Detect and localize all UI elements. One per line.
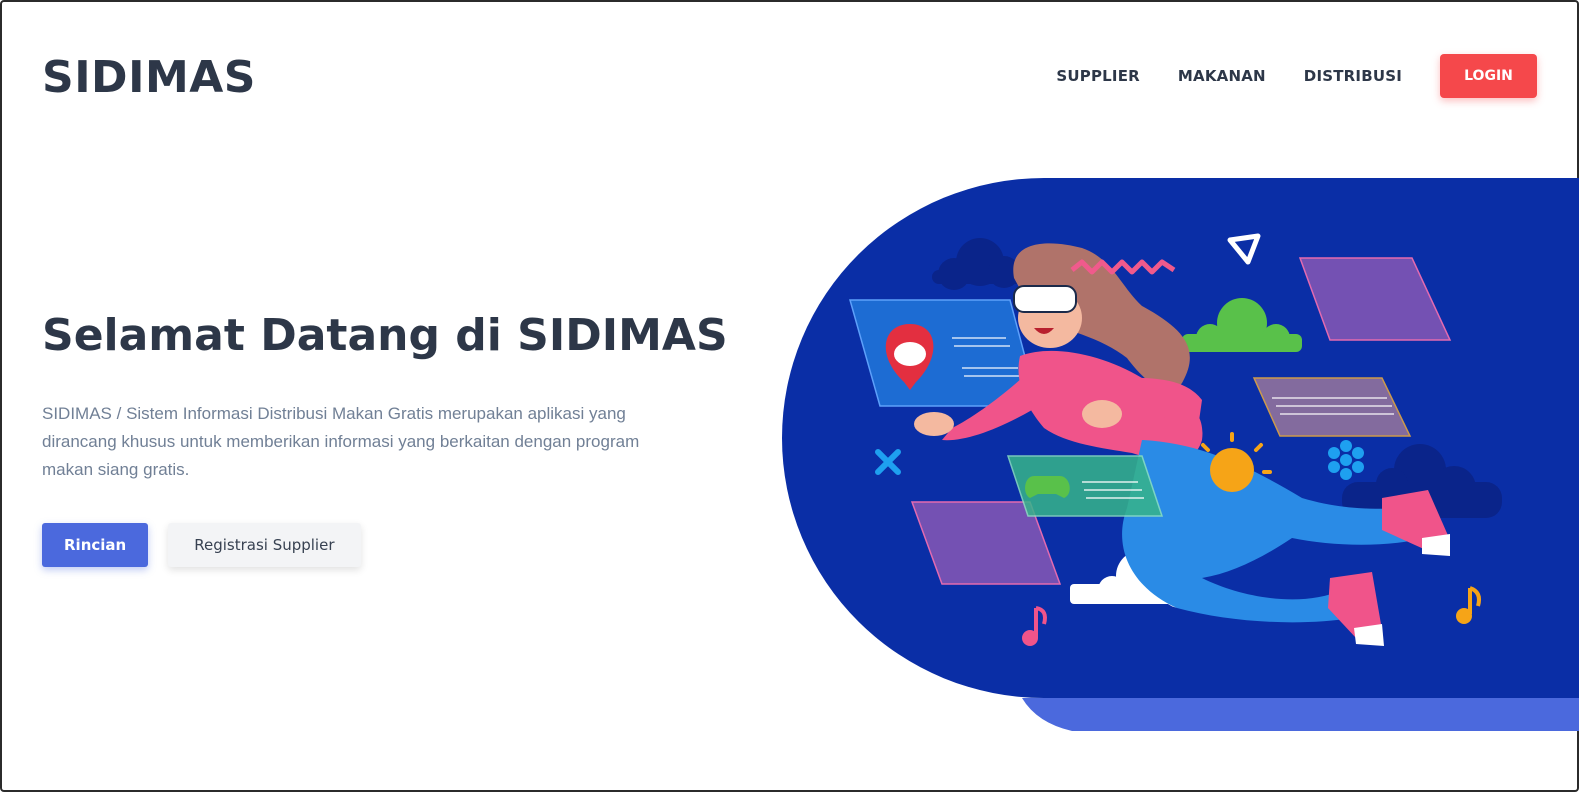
- hero-bg-shadow: [1022, 698, 1579, 731]
- glass-panel-right: [1252, 377, 1412, 437]
- main-nav: SUPPLIER MAKANAN DISTRIBUSI LOGIN: [1056, 54, 1537, 98]
- registrasi-supplier-button[interactable]: Registrasi Supplier: [168, 523, 361, 567]
- hero-title: Selamat Datang di SIDIMAS: [42, 310, 728, 361]
- nav-supplier[interactable]: SUPPLIER: [1056, 67, 1140, 85]
- vr-headset-icon: [1013, 285, 1077, 313]
- rincian-button[interactable]: Rincian: [42, 523, 149, 567]
- character-left-hand: [914, 412, 954, 436]
- login-button[interactable]: LOGIN: [1440, 54, 1537, 98]
- nav-distribusi[interactable]: DISTRIBUSI: [1304, 67, 1402, 85]
- site-logo[interactable]: SIDIMAS: [42, 52, 256, 103]
- hero-description: SIDIMAS / Sistem Informasi Distribusi Ma…: [42, 404, 640, 479]
- nav-makanan[interactable]: MAKANAN: [1178, 67, 1266, 85]
- character-right-hand: [1082, 400, 1122, 428]
- hero-illustration: [782, 178, 1579, 731]
- hero-actions: Rincian Registrasi Supplier: [42, 523, 361, 567]
